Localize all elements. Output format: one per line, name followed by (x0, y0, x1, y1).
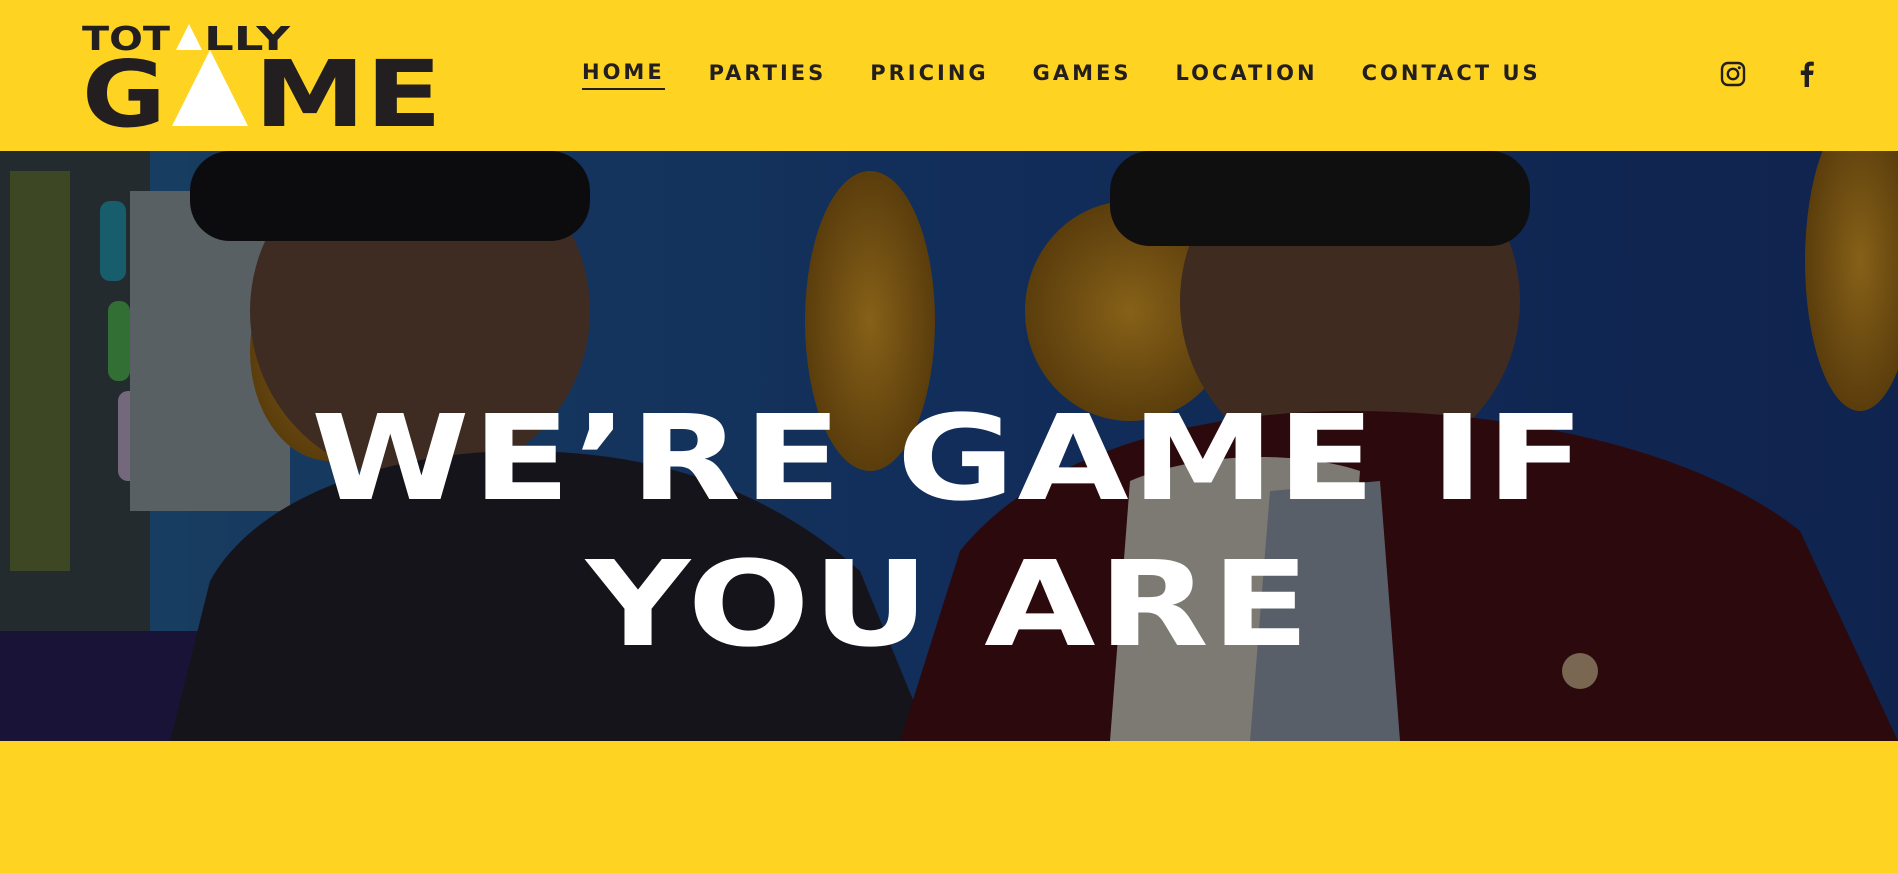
nav-games[interactable]: GAMES (1033, 61, 1132, 89)
nav-pricing[interactable]: PRICING (870, 61, 988, 89)
facebook-icon[interactable] (1792, 59, 1822, 89)
hero-banner: WE’RE GAME IF YOU ARE (0, 151, 1898, 741)
svg-text:ME: ME (254, 41, 442, 130)
nav-contact-us[interactable]: CONTACT US (1362, 61, 1541, 89)
nav-home[interactable]: HOME (582, 60, 665, 90)
svg-text:G: G (82, 41, 166, 130)
main-nav: HOME PARTIES PRICING GAMES LOCATION CONT… (582, 58, 1585, 92)
instagram-icon[interactable] (1718, 59, 1748, 89)
hero-headline-line-1: WE’RE GAME IF (310, 389, 1588, 528)
yellow-section (0, 741, 1898, 873)
hero-headline-line-2: YOU ARE (585, 535, 1313, 674)
logo-graphic: TOT LLY G ME (82, 20, 442, 130)
nav-location[interactable]: LOCATION (1176, 61, 1318, 89)
site-header: TOT LLY G ME HOME PARTIES PRICING GAMES … (0, 0, 1898, 151)
totally-game-logo[interactable]: TOT LLY G ME (82, 20, 442, 130)
hero-headline: WE’RE GAME IF YOU ARE (0, 385, 1898, 677)
nav-parties[interactable]: PARTIES (709, 61, 827, 89)
